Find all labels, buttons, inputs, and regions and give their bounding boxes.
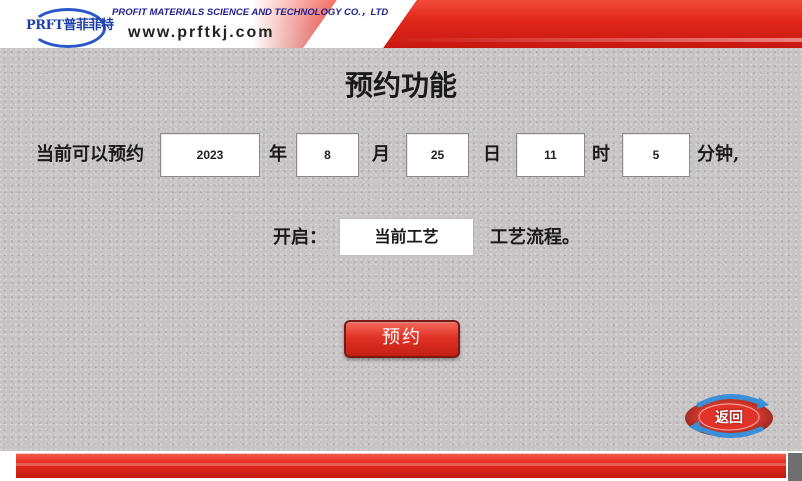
minute-input[interactable]: 5: [622, 133, 690, 177]
hour-input[interactable]: 11: [516, 133, 585, 177]
back-button[interactable]: 返回: [683, 393, 775, 439]
open-label: 开启：: [273, 227, 327, 248]
back-button-label: 返回: [715, 410, 743, 426]
process-suffix-label: 工艺流程。: [490, 227, 580, 248]
footer-bar: [16, 453, 786, 478]
company-name: PROFIT MATERIALS SCIENCE AND TECHNOLOGY …: [112, 7, 389, 18]
month-input[interactable]: 8: [296, 133, 359, 177]
process-selector[interactable]: 当前工艺: [339, 218, 474, 256]
hour-unit-label: 时: [592, 144, 610, 165]
day-input[interactable]: 25: [406, 133, 469, 177]
company-website: www.prftkj.com: [128, 24, 275, 41]
company-logo: PRFT普菲菲特: [26, 18, 114, 33]
day-unit-label: 日: [483, 144, 501, 165]
header-stripe: [380, 38, 802, 42]
reserve-button[interactable]: 预约: [344, 320, 460, 358]
footer-corner-block: [788, 453, 802, 481]
year-input[interactable]: 2023: [160, 133, 260, 177]
page-title: 预约功能: [344, 69, 457, 102]
schedule-prefix-label: 当前可以预约: [36, 144, 144, 165]
month-unit-label: 月: [372, 144, 390, 165]
header-banner: PRFT普菲菲特 PROFIT MATERIALS SCIENCE AND TE…: [0, 0, 802, 48]
minute-unit-label: 分钟,: [697, 144, 740, 165]
year-unit-label: 年: [269, 144, 287, 165]
